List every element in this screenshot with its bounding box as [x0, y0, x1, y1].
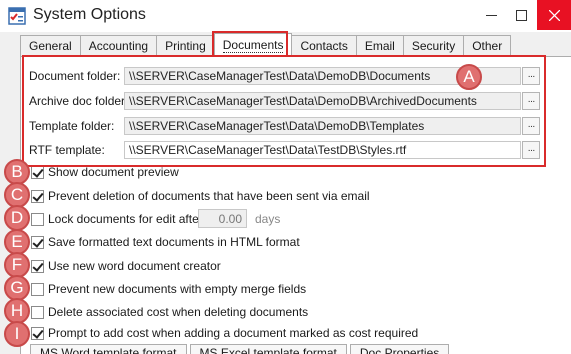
option-label: Prompt to add cost when adding a documen…: [48, 326, 419, 340]
minimize-button[interactable]: [476, 0, 506, 30]
callout-badge-d: D: [4, 205, 30, 231]
tab-label: Other: [472, 39, 503, 53]
option-label: Delete associated cost when deleting doc…: [48, 305, 309, 319]
close-button[interactable]: [537, 0, 571, 30]
callout-badge-i: I: [4, 321, 30, 347]
tab-general[interactable]: General: [20, 35, 81, 56]
option-label: Show document preview: [48, 165, 179, 179]
document-folder-label: Document folder:: [29, 69, 121, 83]
tab-label: Printing: [165, 39, 206, 53]
option-save-html[interactable]: Save formatted text documents in HTML fo…: [31, 234, 300, 250]
option-delete-associated-cost[interactable]: Delete associated cost when deleting doc…: [31, 304, 308, 320]
template-format-tabs: MS Word template format MS Excel templat…: [30, 344, 452, 354]
tab-label: Documents: [222, 37, 284, 53]
minimize-icon: [485, 14, 497, 16]
checkbox[interactable]: [31, 326, 44, 340]
option-lock-documents[interactable]: Lock documents for edit after: [31, 211, 203, 227]
checkbox[interactable]: [31, 212, 44, 226]
tab-contacts[interactable]: Contacts: [291, 35, 357, 56]
archive-folder-label: Archive doc folder:: [29, 94, 129, 108]
tab-ms-excel-template[interactable]: MS Excel template format: [189, 344, 347, 354]
option-label: Use new word document creator: [48, 259, 221, 273]
rtf-template-browse-button[interactable]: ···: [522, 141, 540, 159]
rtf-template-field[interactable]: \\SERVER\CaseManagerTest\Data\TestDB\Sty…: [124, 141, 521, 159]
window-title: System Options: [33, 6, 146, 23]
callout-badge-a: A: [456, 64, 482, 90]
option-prevent-deletion[interactable]: Prevent deletion of documents that have …: [31, 188, 370, 204]
checkbox[interactable]: [31, 235, 44, 249]
checkbox[interactable]: [31, 282, 44, 296]
checkbox[interactable]: [31, 259, 44, 273]
option-label: Prevent new documents with empty merge f…: [48, 282, 307, 296]
maximize-icon: [515, 9, 527, 21]
checklist-icon: [8, 7, 26, 25]
title-bar: System Options: [0, 0, 571, 32]
tab-label: Accounting: [88, 39, 149, 53]
days-unit-label: days: [255, 212, 281, 226]
tab-printing[interactable]: Printing: [156, 35, 215, 56]
lock-days-input[interactable]: 0.00: [198, 209, 247, 228]
template-folder-field[interactable]: \\SERVER\CaseManagerTest\Data\DemoDB\Tem…: [124, 117, 521, 135]
tab-ms-word-template[interactable]: MS Word template format: [30, 344, 187, 354]
template-folder-browse-button[interactable]: ···: [522, 117, 540, 135]
archive-folder-field[interactable]: \\SERVER\CaseManagerTest\Data\DemoDB\Arc…: [124, 92, 521, 110]
tab-email[interactable]: Email: [355, 35, 404, 56]
archive-folder-browse-button[interactable]: ···: [522, 92, 540, 110]
document-folder-browse-button[interactable]: ···: [522, 67, 540, 85]
maximize-button[interactable]: [506, 0, 536, 30]
tab-other[interactable]: Other: [463, 35, 512, 56]
option-prompt-add-cost[interactable]: Prompt to add cost when adding a documen…: [31, 325, 418, 341]
tab-label: Email: [364, 39, 395, 53]
tab-security[interactable]: Security: [402, 35, 465, 56]
checkbox[interactable]: [31, 305, 44, 319]
option-label: Lock documents for edit after: [48, 212, 203, 226]
template-folder-label: Template folder:: [29, 119, 115, 133]
checkbox[interactable]: [31, 189, 44, 203]
checkbox[interactable]: [31, 165, 44, 179]
option-label: Prevent deletion of documents that have …: [48, 189, 370, 203]
tab-accounting[interactable]: Accounting: [79, 35, 158, 56]
option-new-word-creator[interactable]: Use new word document creator: [31, 258, 221, 274]
tab-documents[interactable]: Documents: [213, 33, 293, 56]
option-label: Save formatted text documents in HTML fo…: [48, 235, 300, 249]
tab-label: General: [29, 39, 72, 53]
options-tabs: General Accounting Printing Documents Co…: [20, 33, 512, 56]
rtf-template-label: RTF template:: [29, 143, 105, 157]
close-icon: [548, 9, 560, 21]
option-prevent-empty-merge[interactable]: Prevent new documents with empty merge f…: [31, 281, 306, 297]
tab-label: Security: [411, 39, 456, 53]
option-show-preview[interactable]: Show document preview: [31, 164, 179, 180]
tab-label: Contacts: [300, 39, 348, 53]
tab-doc-properties[interactable]: Doc Properties: [349, 344, 450, 354]
